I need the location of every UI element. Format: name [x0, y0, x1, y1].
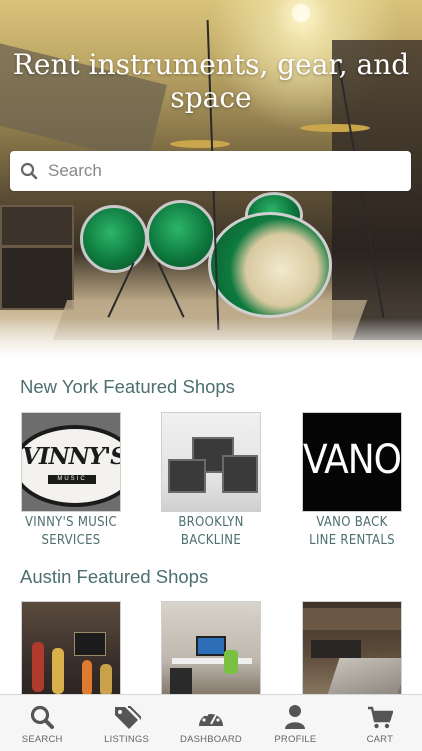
shop-card-austin-1[interactable] [21, 601, 121, 701]
vinnys-logo-text: VINNY'S [22, 443, 121, 470]
hero-drum [80, 205, 148, 273]
shop-card-vinnys[interactable]: VINNY'S MUSIC VINNY'S MUSIC SERVICES [21, 412, 121, 550]
hero-amp [0, 205, 74, 247]
guitar-image [32, 642, 44, 692]
desk-image [172, 658, 252, 664]
hero-drum [146, 200, 216, 270]
search-icon [31, 705, 55, 729]
search-input[interactable]: Search [48, 161, 102, 181]
dashboard-icon [199, 710, 224, 726]
search-icon [20, 162, 38, 180]
monitor-image [196, 636, 226, 656]
tab-label: CART [366, 734, 394, 745]
tab-label: PROFILE [274, 734, 317, 745]
chair-image [224, 650, 238, 674]
section-title-new-york: New York Featured Shops [20, 376, 235, 397]
hero-fade [0, 318, 422, 358]
search-bar[interactable]: Search [10, 151, 411, 191]
tab-dashboard[interactable]: DASHBOARD [169, 695, 253, 751]
tab-cart[interactable]: CART [338, 695, 422, 751]
amp-image [222, 455, 258, 493]
shop-thumbnail[interactable] [161, 601, 261, 701]
shop-card-austin-3[interactable] [302, 601, 402, 701]
shop-card-austin-2[interactable] [161, 601, 261, 701]
amp-image [168, 459, 206, 493]
shop-thumbnail[interactable] [161, 412, 261, 512]
section-title-austin: Austin Featured Shops [20, 566, 209, 587]
rack-image [311, 640, 361, 658]
vinnys-logo-sub: MUSIC [48, 475, 96, 484]
hero-kick-drum [208, 212, 332, 318]
shop-card-brooklyn-backline[interactable]: BROOKLYN BACKLINE [161, 412, 261, 550]
shop-name[interactable]: BROOKLYN BACKLINE [161, 514, 261, 550]
tab-label: SEARCH [21, 734, 63, 745]
hero-lamp [292, 4, 310, 22]
shop-name[interactable]: VINNY'S MUSIC SERVICES [21, 514, 121, 550]
tags-icon [114, 706, 141, 729]
amp-image [74, 632, 106, 656]
mixing-console-image [326, 658, 401, 698]
profile-icon [285, 705, 306, 729]
shop-name[interactable]: VANO BACK LINE RENTALS [302, 514, 402, 550]
guitar-image [82, 660, 92, 696]
shop-thumbnail[interactable] [302, 601, 402, 701]
tab-listings[interactable]: LISTINGS [84, 695, 168, 751]
bottom-tab-bar: SEARCH LISTINGS DASHBOARD PROFILE CART [0, 694, 422, 751]
tab-profile[interactable]: PROFILE [253, 695, 337, 751]
hero-title: Rent instruments, gear, and space [12, 48, 410, 114]
shop-thumbnail[interactable]: VINNY'S MUSIC [21, 412, 121, 512]
hero-amp [0, 246, 74, 310]
shop-card-vano[interactable]: VANO VANO BACK LINE RENTALS [302, 412, 402, 550]
guitar-image [52, 648, 64, 694]
shop-thumbnail[interactable]: VANO [302, 412, 402, 512]
vano-logo-text: VANO [303, 437, 401, 483]
tab-label: DASHBOARD [180, 734, 242, 745]
hero-cymbal [170, 140, 230, 148]
shop-thumbnail[interactable] [21, 601, 121, 701]
wall-panel [303, 608, 401, 630]
rack-image [170, 668, 192, 696]
hero-cymbal [300, 124, 370, 132]
cart-icon [367, 706, 393, 729]
tab-search[interactable]: SEARCH [0, 695, 84, 751]
guitar-image [100, 664, 112, 696]
tab-label: LISTINGS [104, 734, 150, 745]
